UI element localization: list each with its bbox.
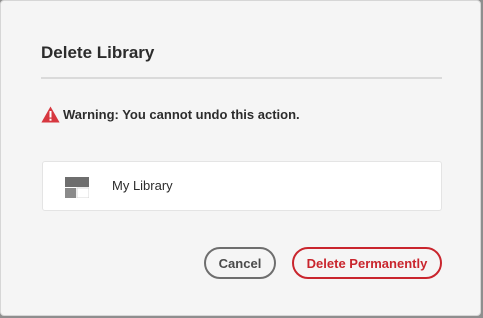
cancel-button[interactable]: Cancel [204, 247, 276, 279]
title-divider [41, 77, 442, 79]
delete-permanently-button[interactable]: Delete Permanently [292, 247, 442, 279]
warning-text: Warning: You cannot undo this action. [63, 106, 300, 122]
warning-message: Warning: You cannot undo this action. [41, 104, 300, 124]
library-name: My Library [112, 178, 173, 193]
dialog-title: Delete Library [41, 43, 155, 62]
library-thumbnail-icon [65, 177, 90, 199]
library-item: My Library [42, 161, 442, 211]
warning-triangle-icon [41, 106, 60, 123]
delete-library-dialog: Delete Library Warning: You cannot undo … [0, 0, 481, 316]
